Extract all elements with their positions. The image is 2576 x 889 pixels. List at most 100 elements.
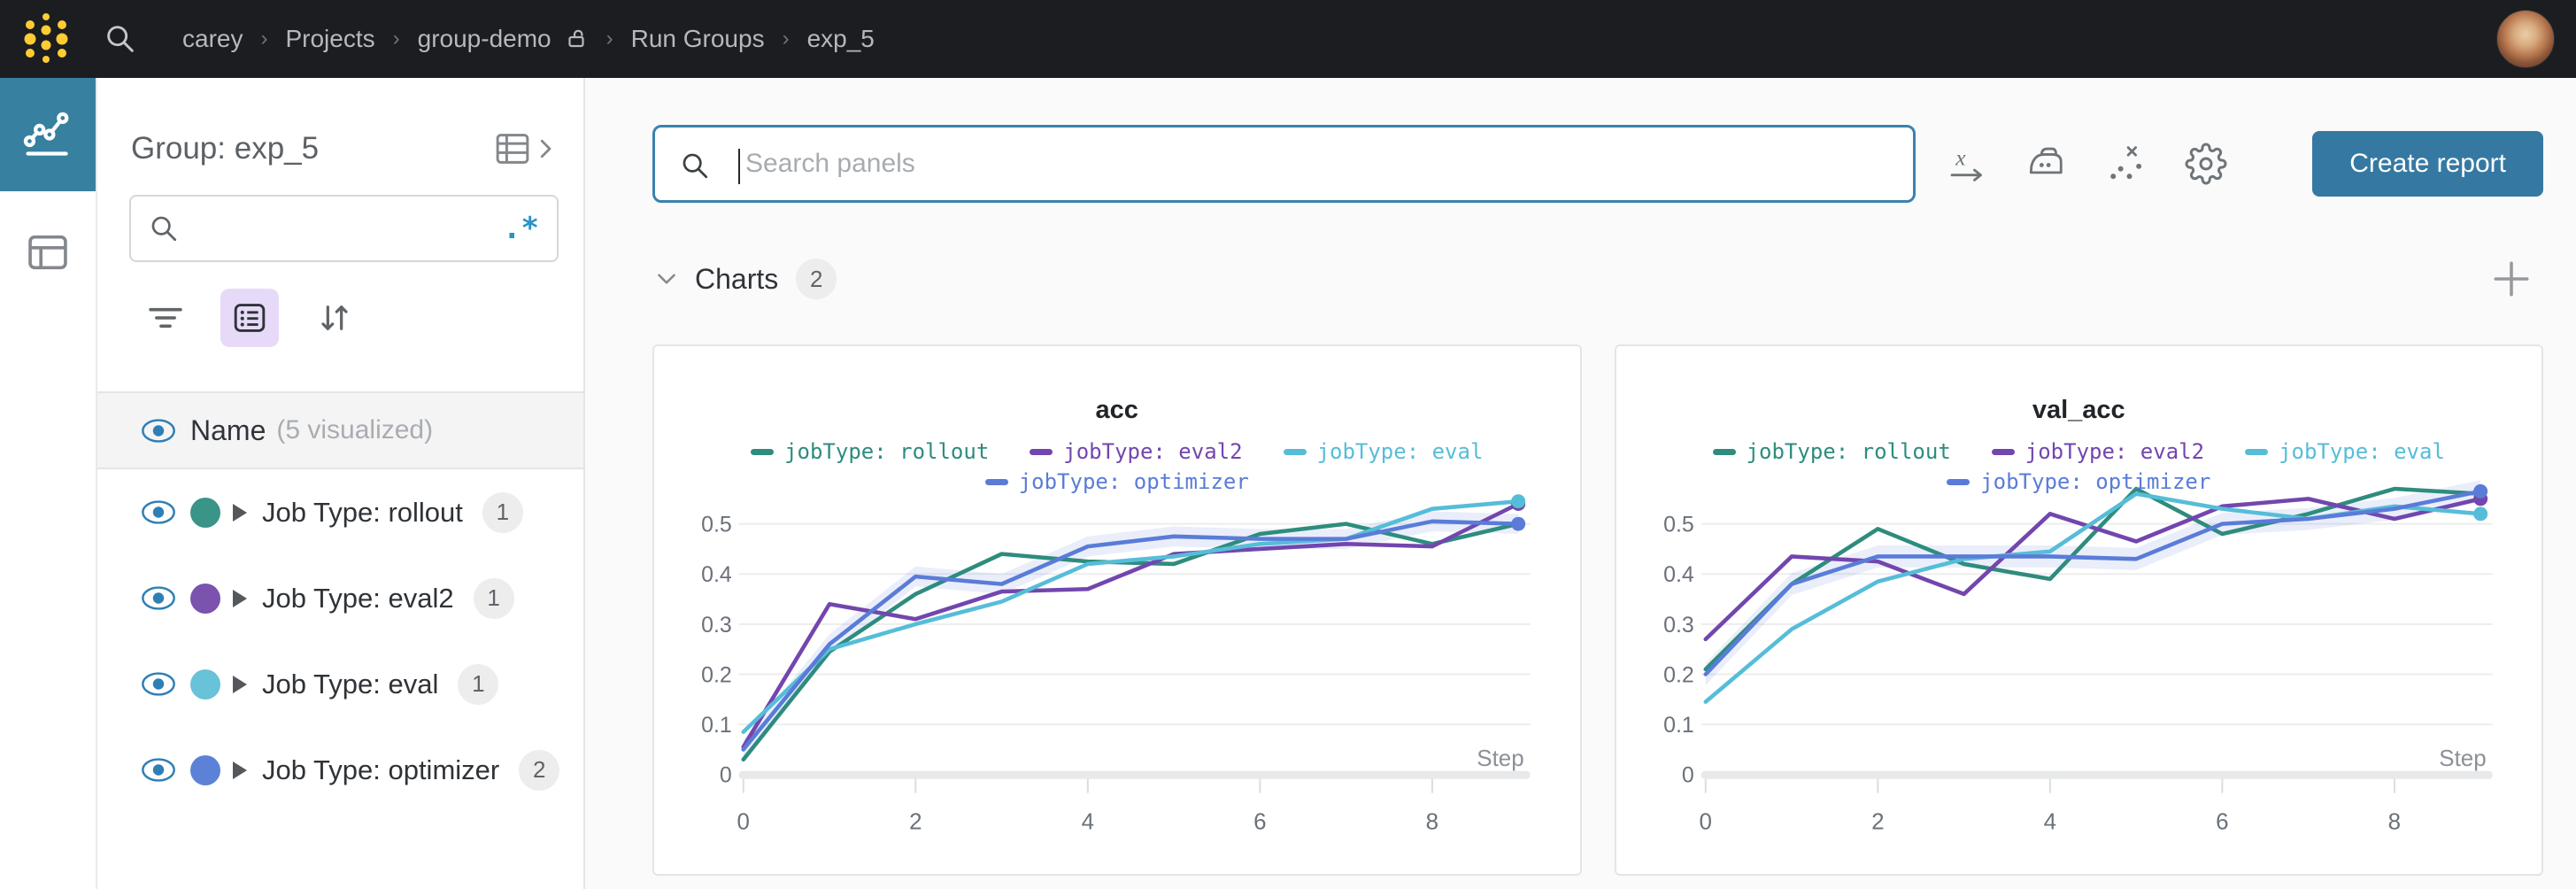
svg-text:8: 8 xyxy=(2387,809,2400,834)
legend-item: jobType: eval xyxy=(2245,439,2445,464)
runs-sidebar: Group: exp_5 xyxy=(97,78,585,889)
x-axis-icon[interactable]: x xyxy=(1946,143,1988,185)
plus-icon xyxy=(2490,258,2533,300)
svg-text:6: 6 xyxy=(2216,809,2228,834)
run-color-dot xyxy=(190,669,220,700)
svg-text:0: 0 xyxy=(1699,809,1711,834)
runs-table-icon xyxy=(25,229,71,275)
svg-text:0.5: 0.5 xyxy=(701,513,732,537)
svg-text:0.4: 0.4 xyxy=(1663,562,1694,587)
run-group-row[interactable]: Job Type: optimizer 2 xyxy=(97,727,583,813)
eye-icon[interactable] xyxy=(140,499,177,526)
rail-item-runs-table[interactable] xyxy=(0,204,96,301)
svg-text:8: 8 xyxy=(1426,809,1438,834)
eye-icon[interactable] xyxy=(140,584,177,612)
group-title: Group: exp_5 xyxy=(131,131,493,166)
caret-right-icon[interactable] xyxy=(233,504,247,522)
legend-dash xyxy=(751,449,774,455)
run-color-dot xyxy=(190,755,220,785)
svg-text:0.1: 0.1 xyxy=(1663,713,1694,738)
run-color-dot xyxy=(190,498,220,528)
settings-gear-icon[interactable] xyxy=(2185,143,2227,185)
svg-text:Step: Step xyxy=(2439,746,2486,771)
legend-item: jobType: eval2 xyxy=(1992,439,2204,464)
legend-dash xyxy=(1713,449,1736,455)
sidebar-search-input[interactable] xyxy=(193,213,503,244)
run-group-row[interactable]: Job Type: eval1 xyxy=(97,641,583,727)
svg-text:x: x xyxy=(1955,145,1966,170)
breadcrumb-item[interactable]: exp_5 xyxy=(807,25,875,53)
breadcrumb-item[interactable]: Projects xyxy=(285,25,374,53)
svg-text:0.3: 0.3 xyxy=(701,613,732,638)
breadcrumb-item[interactable]: carey xyxy=(182,25,243,53)
chart-canvas[interactable]: 00.10.20.30.40.502468Step xyxy=(654,346,1580,874)
svg-text:0.2: 0.2 xyxy=(701,663,732,688)
add-panel-button[interactable] xyxy=(2490,258,2533,300)
breadcrumb: carey›Projects›group-demo ›Run Groups›ex… xyxy=(182,25,875,53)
chevron-right-icon[interactable] xyxy=(532,135,559,162)
svg-text:0: 0 xyxy=(720,763,732,788)
user-avatar[interactable] xyxy=(2496,10,2555,68)
section-collapse-chevron[interactable] xyxy=(652,265,681,293)
wandb-logo[interactable] xyxy=(14,7,78,71)
legend-dash xyxy=(985,479,1008,485)
svg-text:2: 2 xyxy=(1871,809,1884,834)
eye-icon[interactable] xyxy=(140,417,177,444)
legend-dash xyxy=(2245,449,2268,455)
run-group-label: Job Type: optimizer xyxy=(262,754,499,786)
sidebar-search-box: .* xyxy=(129,195,559,262)
sort-icon[interactable] xyxy=(314,298,355,338)
list-view-icon xyxy=(230,298,269,337)
run-group-label: Job Type: eval2 xyxy=(262,583,454,615)
breadcrumb-item[interactable]: group-demo xyxy=(418,25,551,53)
search-icon xyxy=(103,21,138,57)
visualized-count: (5 visualized) xyxy=(276,415,433,445)
legend-dash xyxy=(1947,479,1970,485)
legend-label: jobType: eval2 xyxy=(1063,439,1242,464)
legend-label: jobType: optimizer xyxy=(1980,469,2210,494)
run-count-badge: 1 xyxy=(474,578,514,619)
content-area: Group: exp_5 xyxy=(0,78,2576,889)
run-color-dot xyxy=(190,584,220,614)
caret-right-icon[interactable] xyxy=(233,676,247,693)
eye-icon[interactable] xyxy=(140,670,177,698)
list-view-button[interactable] xyxy=(220,289,279,347)
run-group-row[interactable]: Job Type: rollout1 xyxy=(97,469,583,555)
breadcrumb-separator: › xyxy=(260,27,267,51)
rail-item-workspace[interactable] xyxy=(0,78,96,191)
regex-toggle[interactable]: .* xyxy=(503,220,539,237)
run-count-badge: 2 xyxy=(519,750,559,791)
chart-panel[interactable]: 00.10.20.30.40.502468Stepval_accjobType:… xyxy=(1615,344,2544,876)
chart-panel[interactable]: 00.10.20.30.40.502468StepaccjobType: rol… xyxy=(652,344,1582,876)
legend-label: jobType: rollout xyxy=(1747,439,1951,464)
legend-dash xyxy=(1030,449,1053,455)
outliers-icon[interactable] xyxy=(2105,143,2148,185)
chart-canvas[interactable]: 00.10.20.30.40.502468Step xyxy=(1616,346,2542,874)
filter-icon[interactable] xyxy=(146,298,185,337)
chart-legend: jobType: rollout jobType: eval2 jobType: e… xyxy=(1636,439,2521,494)
svg-text:2: 2 xyxy=(909,809,922,834)
panel-search-input[interactable] xyxy=(745,128,1887,200)
breadcrumb-item[interactable]: Run Groups xyxy=(631,25,765,53)
eye-icon[interactable] xyxy=(140,756,177,784)
legend-dash xyxy=(1284,449,1307,455)
caret-right-icon[interactable] xyxy=(233,761,247,779)
caret-right-icon[interactable] xyxy=(233,590,247,607)
svg-text:4: 4 xyxy=(1082,809,1094,834)
create-report-button[interactable]: Create report xyxy=(2312,131,2543,197)
run-group-row[interactable]: Job Type: eval2 1 xyxy=(97,555,583,641)
breadcrumb-separator: › xyxy=(393,27,400,51)
chart-title: acc xyxy=(654,396,1580,425)
smoothing-iron-icon[interactable] xyxy=(2025,143,2068,185)
table-panel-icon[interactable] xyxy=(493,129,532,168)
legend-label: jobType: eval xyxy=(1317,439,1484,464)
run-count-badge: 1 xyxy=(482,492,523,533)
run-groups-list: Job Type: rollout1 Job Type: eval21 Job … xyxy=(97,469,583,889)
name-header-label: Name xyxy=(190,414,266,447)
legend-item: jobType: eval2 xyxy=(1030,439,1242,464)
legend-item: jobType: optimizer xyxy=(985,469,1249,494)
chart-title: val_acc xyxy=(1616,396,2542,425)
panel-search-box xyxy=(652,125,1916,203)
nav-search-button[interactable] xyxy=(103,21,138,57)
run-group-label: Job Type: eval xyxy=(262,669,438,700)
